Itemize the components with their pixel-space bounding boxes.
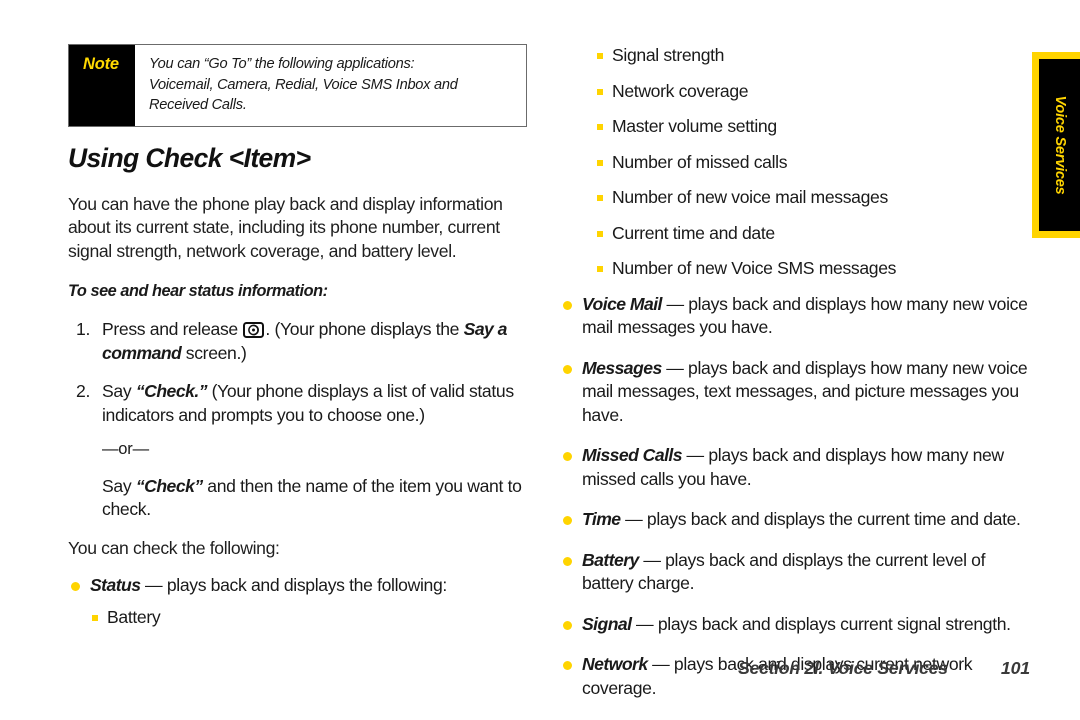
list-item: Number of missed calls [595, 151, 1030, 175]
bullet-dash-glyph: — [636, 613, 654, 634]
footer-section-title: Section 2I. Voice Services [738, 658, 948, 678]
page-footer: Section 2I. Voice Services 101 [560, 658, 1030, 679]
list-item: Number of new Voice SMS messages [595, 257, 1030, 281]
check-lead-in: You can check the following: [68, 537, 280, 558]
step-item: 2. Say “Check.” (Your phone displays a li… [68, 380, 530, 522]
list-item: Status — plays back and displays the fol… [68, 574, 530, 629]
note-callout-box: Note You can “Go To” the following appli… [68, 44, 527, 127]
list-item: Master volume setting [595, 115, 1030, 139]
step-number: 1. [76, 319, 91, 339]
bullet-dash-glyph: — [686, 445, 705, 465]
list-item: Voice Mail — plays back and displays how… [560, 293, 1030, 340]
bullet-dash-glyph: — [643, 549, 661, 570]
status-subitems-right: Signal strength Network coverage Master … [595, 44, 1030, 281]
bullet-dash-glyph: — [625, 509, 643, 529]
note-line: You can “Go To” the following applicatio… [149, 56, 415, 72]
note-line: Voicemail, Camera, Redial, Voice SMS Inb… [149, 76, 458, 93]
manual-page: Note You can “Go To” the following appli… [0, 0, 1080, 720]
note-body: You can “Go To” the following applicatio… [135, 45, 470, 126]
voice-command-key-icon [243, 321, 265, 338]
list-item: Current time and date [595, 222, 1030, 246]
procedure-heading: To see and hear status information: [68, 282, 328, 300]
check-items-list: Voice Mail — plays back and displays how… [560, 293, 1030, 701]
bullet-term: Signal [582, 613, 632, 634]
list-item: Network coverage [595, 80, 1030, 104]
right-column: Signal strength Network coverage Master … [560, 44, 1030, 717]
bullet-text: plays back and displays the following: [162, 575, 447, 595]
list-item: Number of new voice mail messages [595, 186, 1030, 210]
bullet-text: plays back and displays current signal s… [653, 613, 1011, 634]
list-item: Battery — plays back and displays the cu… [560, 549, 1030, 596]
bullet-term: Battery [582, 549, 639, 570]
list-item: Time — plays back and displays the curre… [560, 508, 1030, 532]
bullet-term: Time [582, 509, 621, 529]
list-item: Signal — plays back and displays current… [560, 613, 1030, 637]
footer-page-number: 101 [1000, 658, 1030, 678]
step-text-after-icon: . (Your phone displays the [265, 319, 464, 339]
bullet-text: plays back and displays the current time… [642, 509, 1021, 529]
section-side-tab: Voice Services [1032, 52, 1080, 238]
list-item: Signal strength [595, 44, 1030, 68]
step-text-before-quote: Say [102, 381, 136, 401]
bullet-term: Voice Mail [582, 293, 662, 314]
status-subitems-left: Battery [90, 606, 530, 630]
alt-quote: “Check” [135, 475, 203, 496]
bullet-dash-glyph: — [666, 357, 684, 378]
bullet-term: Status [90, 575, 141, 595]
list-item: Battery [90, 606, 530, 630]
status-bullet-list: Status — plays back and displays the fol… [68, 574, 530, 629]
note-line: Received Calls. [149, 97, 247, 113]
step-alternative: Say “Check” and then the name of the ite… [102, 475, 530, 522]
left-column: Note You can “Go To” the following appli… [68, 44, 530, 645]
step-number: 2. [76, 381, 91, 401]
side-tab-label: Voice Services [1051, 95, 1068, 195]
bullet-dash-glyph: — [145, 575, 163, 595]
list-item: Missed Calls — plays back and displays h… [560, 444, 1030, 491]
note-label-cell: Note [69, 45, 135, 126]
page-title: Using Check <Item> [68, 142, 311, 173]
bullet-term: Missed Calls [582, 445, 683, 465]
step-text-tail: screen.) [181, 342, 247, 363]
bullet-dash-glyph: — [666, 293, 684, 314]
step-quote: “Check.” [135, 381, 208, 401]
procedure-steps: 1. Press and release . (Your phone displa… [68, 318, 530, 522]
intro-paragraph: You can have the phone play back and dis… [68, 193, 503, 261]
bullet-term: Messages [582, 357, 662, 378]
step-text-before-icon: Press and release [102, 319, 243, 339]
or-divider: —or— [102, 440, 149, 458]
list-item: Messages — plays back and displays how m… [560, 357, 1030, 428]
step-item: 1. Press and release . (Your phone displa… [68, 318, 530, 365]
note-label: Note [83, 55, 119, 73]
alt-text-before-quote: Say [102, 475, 136, 496]
